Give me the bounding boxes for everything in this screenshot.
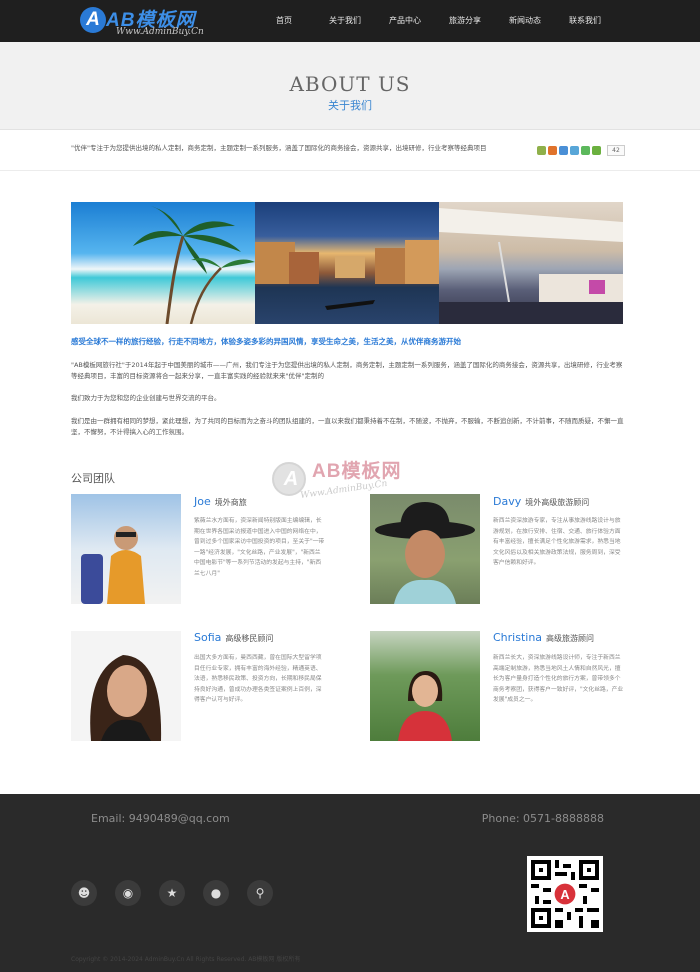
more-icon[interactable]: [592, 146, 601, 155]
weibo-icon[interactable]: [548, 146, 557, 155]
team-section-title: 公司团队: [71, 472, 115, 485]
banner-title: ABOUT US: [289, 72, 411, 96]
page-banner: ABOUT US 关于我们: [0, 42, 700, 130]
member-bio-christina: 新西兰长大，资深旅游线路设计师，专注于新西兰高端定制旅游，熟悉当地风土人情和自然…: [493, 655, 624, 703]
divider: [0, 170, 700, 171]
tencent-icon[interactable]: [570, 146, 579, 155]
terrace-sea-photo: [439, 202, 623, 324]
wechat-icon[interactable]: [581, 146, 590, 155]
site-header: A AB模板网 Www.AdminBuy.Cn 首页 关于我们 产品中心 旅游分…: [0, 0, 700, 42]
member-name-christina: Christina 高级旅游顾问: [493, 631, 595, 644]
member-photo-joe: [71, 494, 181, 604]
beach-palm-photo: [71, 202, 255, 324]
watermark-title: AB模板网: [312, 461, 402, 482]
member-photo-christina: [370, 631, 480, 741]
about-paragraph-1: "AB模板网旅行社"于2014年起于中国美丽的城市——广州，我们专注于为您提供出…: [71, 361, 623, 380]
member-bio-sofia: 出国大多方面有，曼西西藏，曾在国际大型留学项目任行业专家，拥有丰富的海外经验，精…: [194, 655, 322, 703]
footer-email[interactable]: Email: 9490489@qq.com: [91, 812, 230, 825]
weibo-icon[interactable]: ◉: [115, 880, 141, 906]
tencent-weibo-icon[interactable]: ⚲: [247, 880, 273, 906]
member-photo-sofia: [71, 631, 181, 741]
footer-copyright: Copyright © 2014-2024 AdminBuy.Cn All Ri…: [71, 956, 301, 963]
intro-text: "优伴"专注于为您提供出境的私人定制，商务定制，主题定制一系列服务，涵盖了国际化…: [71, 144, 487, 152]
nav-travel-share[interactable]: 旅游分享: [449, 15, 481, 26]
main-nav: 首页 关于我们 产品中心 旅游分享 新闻动态 联系我们: [0, 0, 700, 42]
site-footer: Email: 9490489@qq.com Phone: 0571-888888…: [0, 794, 700, 972]
footer-phone[interactable]: Phone: 0571-8888888: [482, 812, 604, 825]
member-name-joe: Joe 境外商旅: [194, 495, 247, 508]
svg-text:A: A: [560, 887, 569, 902]
venice-canal-photo: [255, 202, 439, 324]
star-icon[interactable]: ★: [159, 880, 185, 906]
member-name-davy: Davy 境外高级旅游顾问: [493, 495, 590, 508]
member-name-sofia: Sofia 高级移民顾问: [194, 631, 274, 644]
qr-code: A: [527, 856, 603, 932]
about-paragraph-3: 我们是由一群拥有相同的梦想，紧此理想，为了共同的目标而为之奋斗的团队组建的，一直…: [71, 417, 624, 436]
share-count: 42: [607, 145, 625, 156]
nav-about[interactable]: 关于我们: [329, 15, 361, 26]
member-photo-davy: [370, 494, 480, 604]
nav-home[interactable]: 首页: [276, 15, 292, 26]
member-bio-joe: 紫薇兰水方面有，资深新闻特别版面主编编辑，长期在世界各国采访报道中国进入中国的网…: [194, 518, 325, 577]
qzone-icon[interactable]: [559, 146, 568, 155]
share-icon[interactable]: [537, 146, 546, 155]
nav-products[interactable]: 产品中心: [389, 15, 421, 26]
qq-icon[interactable]: ☻: [71, 880, 97, 906]
wechat-icon[interactable]: ●: [203, 880, 229, 906]
nav-contact[interactable]: 联系我们: [569, 15, 601, 26]
member-bio-davy: 新西兰资深旅游专家，专注从事旅游线路设计与旅游规划，在旅行安排、住宿、交通、旅行…: [493, 518, 621, 566]
slogan: 感受全球不一样的旅行经验，行走不同地方，体验多姿多彩的异国风情，享受生命之美，生…: [71, 337, 461, 346]
banner-subtitle: 关于我们: [328, 99, 372, 112]
nav-news[interactable]: 新闻动态: [509, 15, 541, 26]
about-paragraph-2: 我们致力于为您和您的企业创建与世界交流的平台。: [71, 394, 221, 402]
